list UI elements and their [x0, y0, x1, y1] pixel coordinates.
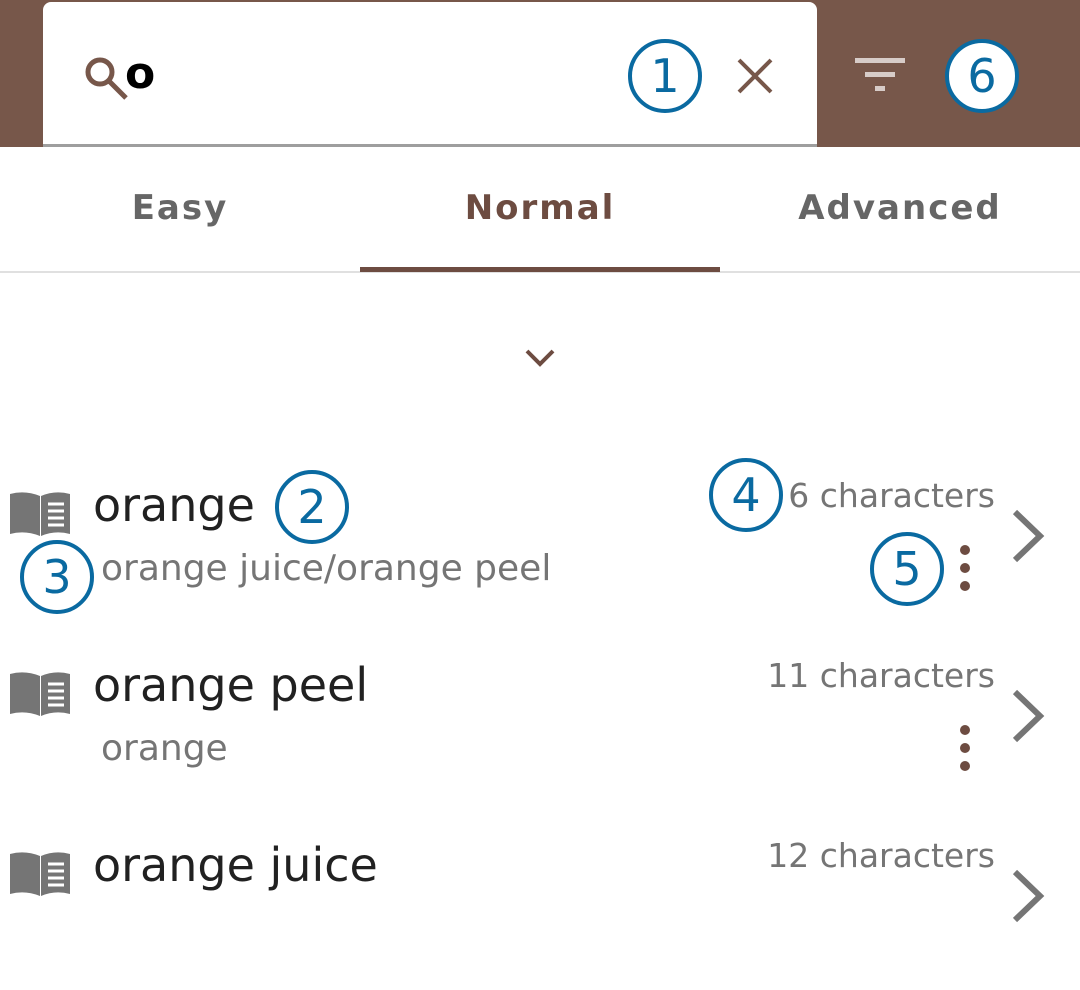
chevron-right-icon[interactable] [1010, 688, 1046, 744]
result-title: orange peel [93, 658, 369, 712]
result-count: 12 characters [767, 836, 995, 875]
chevron-right-icon[interactable] [1010, 508, 1046, 564]
result-title: orange juice [93, 838, 378, 892]
callout-4: 4 [709, 458, 783, 532]
callout-5: 5 [870, 532, 944, 606]
result-count: 11 characters [767, 656, 995, 695]
tab-advanced[interactable]: Advanced [720, 188, 1080, 228]
result-row[interactable]: orange juice 12 characters [0, 810, 1080, 990]
result-row[interactable]: orange peel orange 11 characters [0, 630, 1080, 810]
result-count: 6 characters [788, 476, 995, 515]
callout-3: 3 [20, 540, 94, 614]
tab-easy[interactable]: Easy [0, 188, 360, 228]
result-title: orange [93, 478, 255, 532]
book-icon [10, 852, 70, 896]
chevron-right-icon[interactable] [1010, 868, 1046, 924]
callout-6: 6 [945, 39, 1019, 113]
close-icon[interactable] [736, 57, 774, 95]
active-tab-indicator [360, 267, 720, 272]
more-vert-icon[interactable] [955, 723, 975, 773]
search-input[interactable]: o [125, 48, 155, 99]
result-subtitle: orange juice/orange peel [101, 548, 552, 589]
callout-1: 1 [628, 39, 702, 113]
filter-icon[interactable] [855, 58, 905, 94]
chevron-down-icon[interactable] [524, 348, 556, 368]
book-icon [10, 492, 70, 536]
book-icon [10, 672, 70, 716]
tab-normal[interactable]: Normal [360, 188, 720, 228]
callout-2: 2 [275, 470, 349, 544]
more-vert-icon[interactable] [955, 543, 975, 593]
result-subtitle: orange [101, 728, 228, 769]
